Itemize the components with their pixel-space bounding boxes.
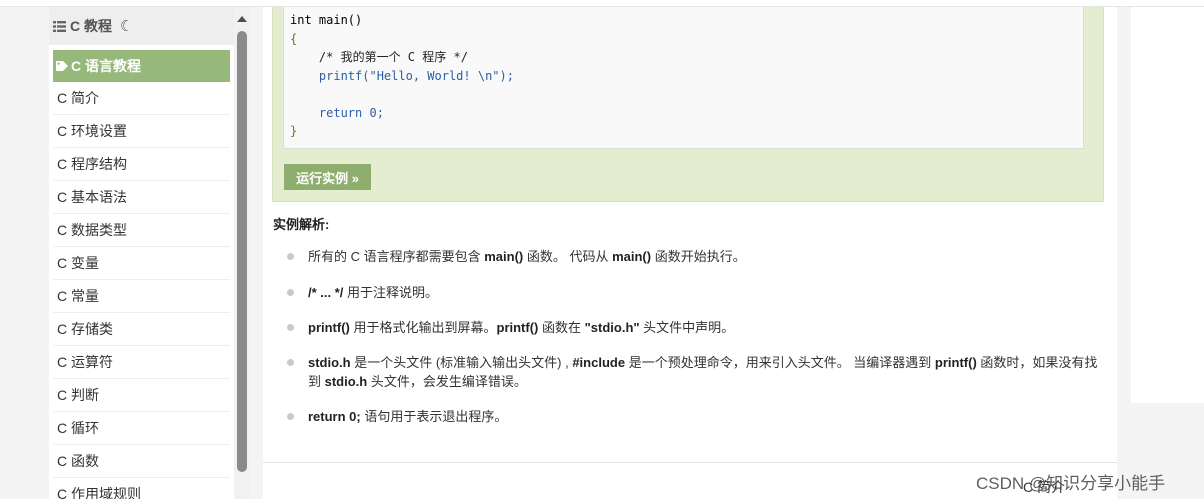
text: 函数开始执行。 [651,249,746,264]
sidebar: C 教程 ☾ C 语言教程 C 简介 C 环境设置 C 程序结构 C 基本语法 … [49,7,234,499]
text: 用于注释说明。 [343,285,439,300]
moon-icon[interactable]: ☾ [120,17,133,35]
sidebar-item-label: C 简介 [57,90,99,106]
tag-icon [56,61,68,71]
sidebar-item-label: C 循环 [57,420,99,436]
sidebar-item[interactable]: C 程序结构 [53,148,230,181]
sidebar-item[interactable]: C 变量 [53,247,230,280]
text: "stdio.h" [584,320,640,335]
sidebar-item[interactable]: C 运算符 [53,346,230,379]
code-block: int main() { /* 我的第一个 C 程序 */ printf("He… [283,7,1084,149]
list-item: stdio.h 是一个头文件 (标准输入输出头文件) , #include 是一… [287,353,1107,391]
sidebar-item[interactable]: C 常量 [53,280,230,313]
watermark: CSDN @知识分享小能手 [976,474,1166,493]
sidebar-item[interactable]: C 环境设置 [53,115,230,148]
scroll-up-arrow-icon[interactable] [237,16,247,22]
text: 函数在 [538,320,585,335]
text: /* ... */ [308,285,344,300]
bullet-dot [287,359,294,366]
sidebar-item-label: C 存储类 [57,321,113,337]
sidebar-header: C 教程 ☾ [49,7,234,45]
text: 函数。 代码从 [523,249,613,264]
bullet-dot [287,289,294,296]
sidebar-item-label: C 基本语法 [57,189,127,205]
list-item: /* ... */ 用于注释说明。 [287,283,1107,302]
text: 是一个头文件 (标准输入输出头文件) , [350,355,573,370]
sidebar-item[interactable]: C 简介 [53,82,230,115]
code-line: printf("Hello, World! \n"); [290,68,514,83]
sidebar-item-label: C 程序结构 [57,156,127,172]
text: #include [572,355,626,370]
text: printf() [934,355,977,370]
sidebar-item-label: C 函数 [57,453,99,469]
sidebar-item-label: C 运算符 [57,354,113,370]
scrollbar-thumb[interactable] [237,31,247,472]
sidebar-item[interactable]: C 循环 [53,412,230,445]
sidebar-list: C 简介 C 环境设置 C 程序结构 C 基本语法 C 数据类型 C 变量 C … [53,82,230,499]
text: 头文件，会发生编译错误。 [367,374,527,389]
analysis-title: 实例解析: [273,217,330,232]
code-line: int main() [290,13,363,27]
sidebar-scrollbar[interactable] [234,7,250,499]
text: 头文件中声明。 [639,320,735,335]
sidebar-item[interactable]: C 作用域规则 [53,478,230,499]
sidebar-item-label: C 环境设置 [57,123,127,139]
code-line: { [290,31,298,46]
text: main() [484,249,524,264]
text: main() [612,249,652,264]
list-icon [53,20,66,32]
main-content: int main() { /* 我的第一个 C 程序 */ printf("He… [263,7,1117,499]
sidebar-item-label: C 判断 [57,387,99,403]
code-line: } [290,124,298,138]
text: 语句用于表示退出程序。 [360,409,508,424]
sidebar-title: C 教程 [70,18,112,34]
text: 所有的 C 语言程序都需要包含 [308,249,485,264]
text: stdio.h [308,355,351,370]
sidebar-item-label: C 变量 [57,255,99,271]
sidebar-item[interactable]: C 存储类 [53,313,230,346]
sidebar-item[interactable]: C 基本语法 [53,181,230,214]
text: stdio.h [324,374,368,389]
text: 用于格式化输出到屏幕。 [349,320,497,335]
text: printf() [308,320,350,335]
example-box: int main() { /* 我的第一个 C 程序 */ printf("He… [272,7,1104,202]
bullet-dot [287,324,294,331]
text: 是一个预处理命令，用来引入头文件。 当编译器遇到 [625,355,935,370]
sidebar-item-label: C 数据类型 [57,222,127,238]
sidebar-item[interactable]: C 数据类型 [53,214,230,247]
sidebar-item[interactable]: C 判断 [53,379,230,412]
sidebar-item-label: C 常量 [57,288,99,304]
list-item: printf() 用于格式化输出到屏幕。printf() 函数在 "stdio.… [287,318,1107,337]
text: return 0; [308,409,361,424]
text: printf() [496,320,539,335]
run-example-button[interactable]: 运行实例 » [284,164,371,190]
divider [263,462,1117,463]
right-panel [1131,7,1204,403]
code-line: return 0; [290,105,384,120]
bullet-dot [287,413,294,420]
code-line: /* 我的第一个 C 程序 */ [290,50,468,64]
sidebar-item-label: C 语言教程 [71,58,141,74]
bullet-dot [287,253,294,260]
analysis-list: 所有的 C 语言程序都需要包含 main() 函数。 代码从 main() 函数… [287,247,1107,426]
sidebar-item-active[interactable]: C 语言教程 [53,50,230,82]
sidebar-item-label: C 作用域规则 [57,486,141,499]
sidebar-item[interactable]: C 函数 [53,445,230,478]
top-strip [0,0,1204,7]
list-item: return 0; 语句用于表示退出程序。 [287,407,1107,426]
list-item: 所有的 C 语言程序都需要包含 main() 函数。 代码从 main() 函数… [287,247,1107,266]
